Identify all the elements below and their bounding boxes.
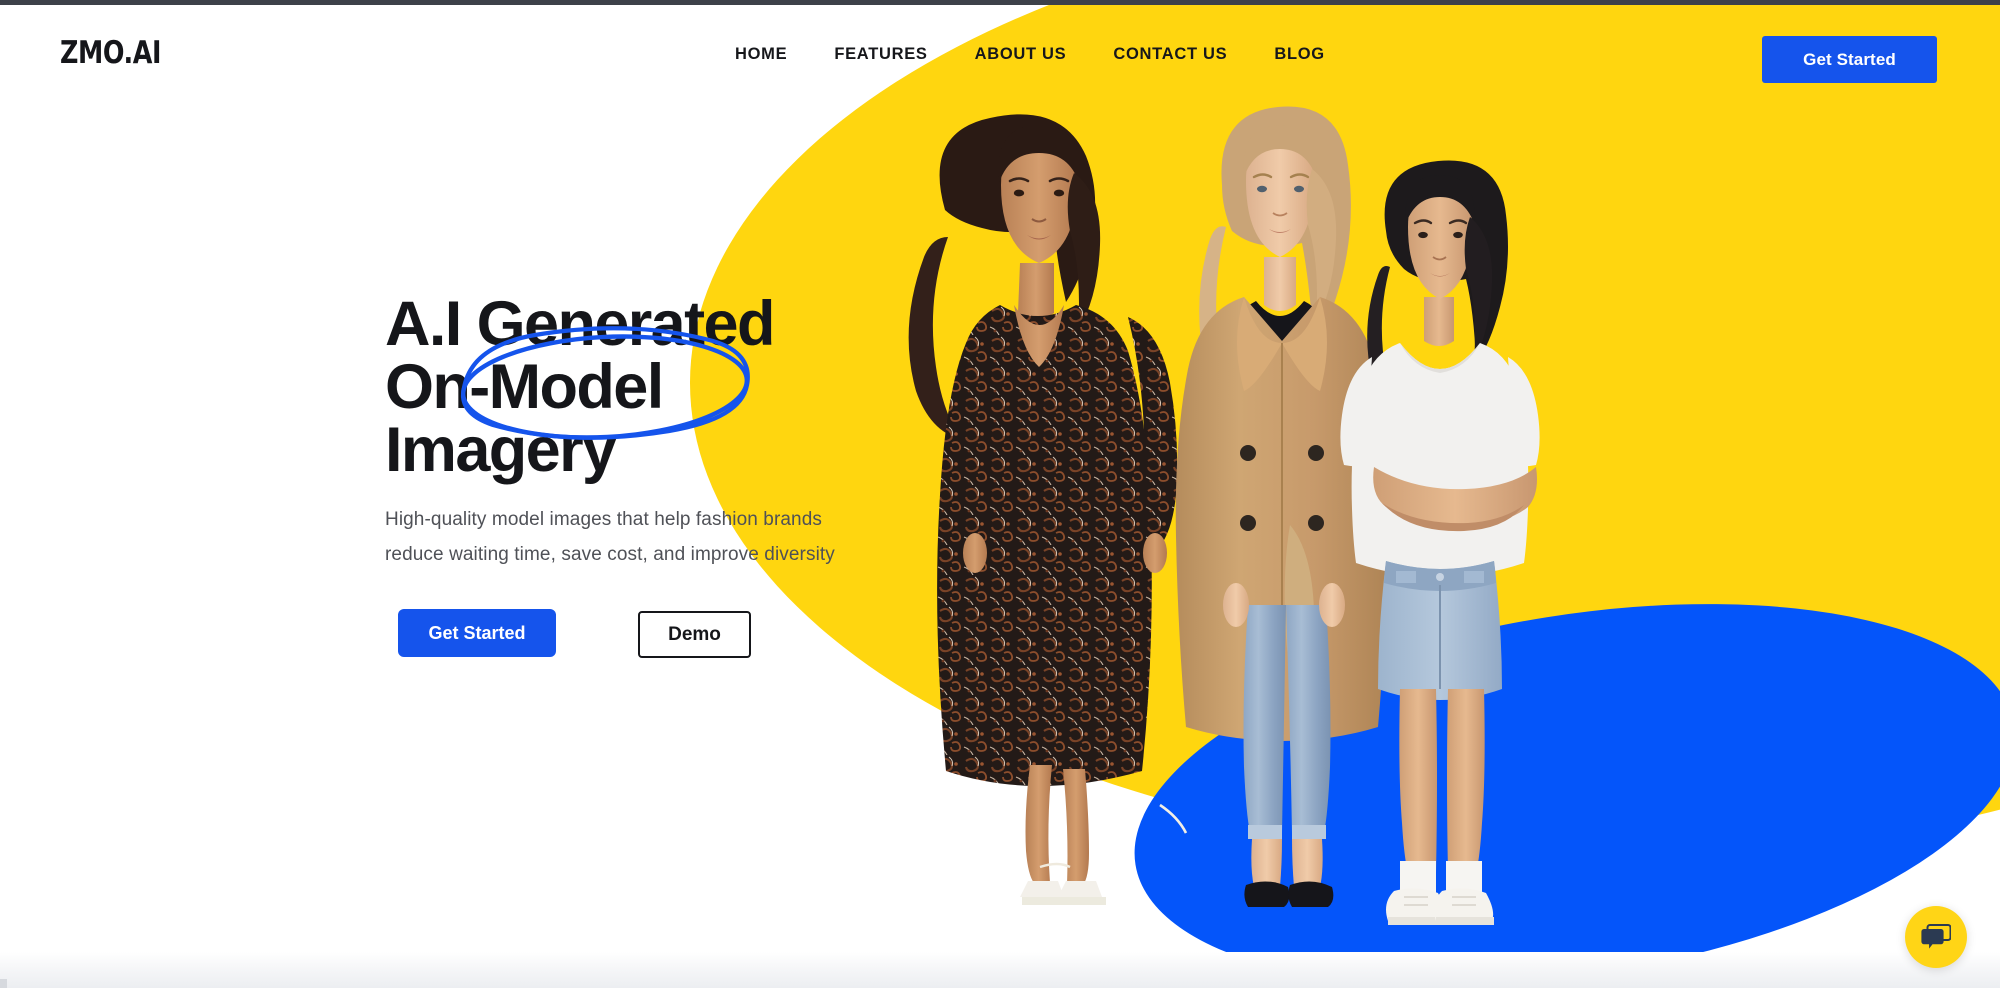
hero-demo-button[interactable]: Demo <box>638 611 751 658</box>
subtitle-line-2: reduce waiting time, save cost, and impr… <box>385 544 835 565</box>
hero-subtitle: High-quality model images that help fash… <box>385 502 835 572</box>
site-logo[interactable]: ZMO.AI <box>60 35 162 71</box>
hero-button-group: Get Started Demo <box>398 609 751 658</box>
model-brunette-paisley-maxi-dress <box>908 114 1188 905</box>
handdrawn-ellipse-annotation <box>460 326 750 440</box>
site-header: ZMO.AI HOME FEATURES ABOUT US CONTACT US… <box>0 5 2000 115</box>
header-get-started-button[interactable]: Get Started <box>1762 36 1937 83</box>
models-artwork <box>908 106 1540 925</box>
nav-item-features[interactable]: FEATURES <box>834 45 927 64</box>
hero-get-started-button[interactable]: Get Started <box>398 609 556 657</box>
nav-item-blog[interactable]: BLOG <box>1274 45 1324 64</box>
browser-chrome-bar <box>0 0 2000 5</box>
page-canvas: ZMO.AI HOME FEATURES ABOUT US CONTACT US… <box>0 5 2000 988</box>
nav-item-about-us[interactable]: ABOUT US <box>975 45 1067 64</box>
nav-item-home[interactable]: HOME <box>735 45 787 64</box>
chat-bubbles-icon <box>1921 924 1951 949</box>
model-darkhair-white-tee-denim-skirt <box>1340 160 1540 925</box>
scrollbar-corner[interactable] <box>0 979 7 988</box>
subtitle-line-1: High-quality model images that help fash… <box>385 509 822 530</box>
chat-widget-button[interactable] <box>1905 906 1967 968</box>
nav-item-contact-us[interactable]: CONTACT US <box>1113 45 1227 64</box>
main-navigation: HOME FEATURES ABOUT US CONTACT US BLOG <box>735 45 1325 64</box>
